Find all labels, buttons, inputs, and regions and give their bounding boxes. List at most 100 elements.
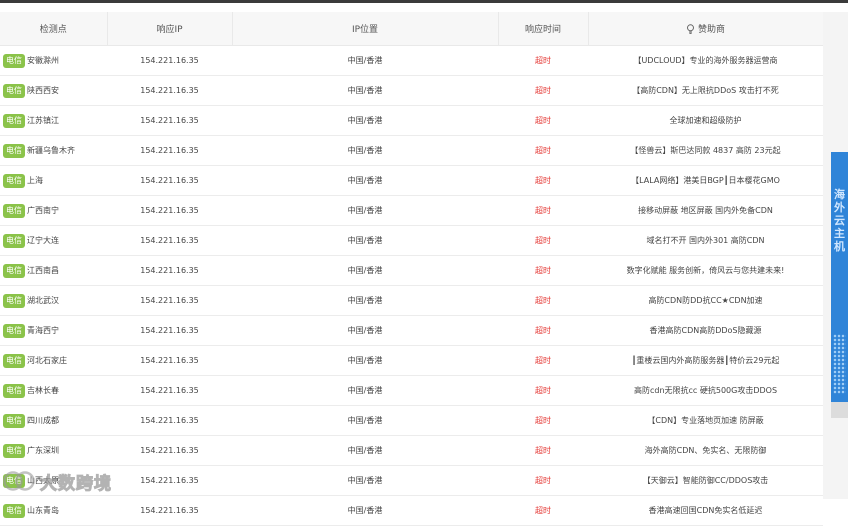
location-cell: 中国/香港 bbox=[232, 105, 498, 136]
table-row: 电信 陕西西安 154.221.16.35 中国/香港 超时 【高防CDN】无上限抗DDo… bbox=[0, 75, 823, 106]
location-cell: 中国/香港 bbox=[232, 345, 498, 376]
location-cell: 中国/香港 bbox=[232, 75, 498, 106]
node-cell: 电信 四川成都 bbox=[0, 405, 107, 436]
ip-cell: 154.221.16.35 bbox=[107, 165, 232, 196]
response-time-cell: 超时 bbox=[498, 105, 588, 136]
ad-dots-pattern bbox=[833, 334, 846, 394]
isp-badge: 电信 bbox=[3, 173, 25, 188]
node-cell: 电信 安徽滁州 bbox=[0, 45, 107, 76]
sponsor-link[interactable]: 海外高防CDN、免实名、无限防御 bbox=[588, 435, 823, 466]
node-cell: 电信 吉林长春 bbox=[0, 375, 107, 406]
response-time-cell: 超时 bbox=[498, 75, 588, 106]
table-row: 电信 湖北武汉 154.221.16.35 中国/香港 超时 高防CDN防DD抗CC★CD… bbox=[0, 285, 823, 316]
node-cell: 电信 河北石家庄 bbox=[0, 345, 107, 376]
node-cell: 电信 江西南昌 bbox=[0, 255, 107, 286]
sponsor-link[interactable]: 高防CDN防DD抗CC★CDN加速 bbox=[588, 285, 823, 316]
ip-cell: 154.221.16.35 bbox=[107, 45, 232, 76]
sponsor-link[interactable]: 高防cdn无限抗cc 硬抗500G攻击DDOS bbox=[588, 375, 823, 406]
header-sponsor: 赞助商 bbox=[588, 12, 824, 46]
location-cell: 中国/香港 bbox=[232, 405, 498, 436]
node-name: 青海西宁 bbox=[27, 325, 59, 335]
sponsor-link[interactable]: 【CDN】专业落地页加速 防屏蔽 bbox=[588, 405, 823, 436]
node-name: 广西南宁 bbox=[27, 205, 59, 215]
table-header-row: 检测点 响应IP IP位置 响应时间 赞助商 bbox=[0, 12, 824, 46]
sponsor-link[interactable]: 接移动屏蔽 地区屏蔽 国内外免备CDN bbox=[588, 195, 823, 226]
sponsor-link[interactable]: 数字化赋能 服务创新，倚风云与您共建未来! bbox=[588, 255, 823, 286]
node-name: 上海 bbox=[27, 175, 43, 185]
header-ip: 响应IP bbox=[107, 12, 233, 46]
response-time-cell: 超时 bbox=[498, 45, 588, 76]
table-row: 电信 广东深圳 154.221.16.35 中国/香港 超时 海外高防CDN、免实名、无限… bbox=[0, 435, 823, 466]
response-time-cell: 超时 bbox=[498, 225, 588, 256]
side-ad-banner[interactable]: 海外云主机 bbox=[831, 152, 848, 418]
isp-badge: 电信 bbox=[3, 113, 25, 128]
location-cell: 中国/香港 bbox=[232, 255, 498, 286]
isp-badge: 电信 bbox=[3, 323, 25, 338]
response-time-cell: 超时 bbox=[498, 405, 588, 436]
response-time-cell: 超时 bbox=[498, 315, 588, 346]
ip-cell: 154.221.16.35 bbox=[107, 225, 232, 256]
isp-badge: 电信 bbox=[3, 293, 25, 308]
ip-cell: 154.221.16.35 bbox=[107, 75, 232, 106]
isp-badge: 电信 bbox=[3, 263, 25, 278]
isp-badge: 电信 bbox=[3, 83, 25, 98]
node-name: 江苏镇江 bbox=[27, 115, 59, 125]
node-name: 江西南昌 bbox=[27, 265, 59, 275]
table-row: 电信 吉林长春 154.221.16.35 中国/香港 超时 高防cdn无限抗cc 硬抗5… bbox=[0, 375, 823, 406]
sponsor-link[interactable]: 【天御云】智能防御CC/DDOS攻击 bbox=[588, 465, 823, 496]
watermark-logo-icon bbox=[3, 471, 35, 491]
sponsor-link[interactable]: 全球加速和超级防护 bbox=[588, 105, 823, 136]
node-name: 山东青岛 bbox=[27, 505, 59, 515]
table-row: 电信 辽宁大连 154.221.16.35 中国/香港 超时 域名打不开 国内外301 高… bbox=[0, 225, 823, 256]
location-cell: 中国/香港 bbox=[232, 225, 498, 256]
ip-cell: 154.221.16.35 bbox=[107, 285, 232, 316]
table-row: 电信 山东青岛 154.221.16.35 中国/香港 超时 香港高速回国CDN免实名低延… bbox=[0, 495, 823, 526]
watermark: 大数跨境 bbox=[2, 466, 112, 496]
node-name: 河北石家庄 bbox=[27, 355, 67, 365]
header-node: 检测点 bbox=[0, 12, 108, 46]
isp-badge: 电信 bbox=[3, 233, 25, 248]
isp-badge: 电信 bbox=[3, 143, 25, 158]
sponsor-link[interactable]: 香港高速回国CDN免实名低延迟 bbox=[588, 495, 823, 526]
sponsor-link[interactable]: 域名打不开 国内外301 高防CDN bbox=[588, 225, 823, 256]
node-cell: 电信 上海 bbox=[0, 165, 107, 196]
ad-footer bbox=[831, 402, 848, 418]
isp-badge: 电信 bbox=[3, 383, 25, 398]
ad-banner-text: 海外云主机 bbox=[834, 188, 845, 253]
response-time-cell: 超时 bbox=[498, 255, 588, 286]
response-time-cell: 超时 bbox=[498, 465, 588, 496]
node-cell: 电信 辽宁大连 bbox=[0, 225, 107, 256]
node-name: 辽宁大连 bbox=[27, 235, 59, 245]
sponsor-link[interactable]: ┃重楼云国内外高防服务器┃特价云29元起 bbox=[588, 345, 823, 376]
sponsor-link[interactable]: 【高防CDN】无上限抗DDoS 攻击打不死 bbox=[588, 75, 823, 106]
ip-cell: 154.221.16.35 bbox=[107, 315, 232, 346]
results-table: 检测点 响应IP IP位置 响应时间 赞助商 电信 安徽滁州 154.221.16.… bbox=[0, 12, 824, 526]
table-row: 电信 上海 154.221.16.35 中国/香港 超时 【LALA网络】港美日BGP┃日… bbox=[0, 165, 823, 196]
isp-badge: 电信 bbox=[3, 503, 25, 518]
sponsor-link[interactable]: 【怪兽云】斯巴达同款 4837 高防 23元起 bbox=[588, 135, 823, 166]
sponsor-link[interactable]: 【LALA网络】港美日BGP┃日本樱花GMO bbox=[588, 165, 823, 196]
table-row: 电信 江西南昌 154.221.16.35 中国/香港 超时 数字化赋能 服务创新，倚风云… bbox=[0, 255, 823, 286]
sponsor-link[interactable]: 【UDCLOUD】专业的海外服务器运营商 bbox=[588, 45, 823, 76]
response-time-cell: 超时 bbox=[498, 195, 588, 226]
response-time-cell: 超时 bbox=[498, 165, 588, 196]
sponsor-bulb-icon bbox=[686, 24, 694, 34]
sponsor-link[interactable]: 香港高防CDN高防DDoS隐藏源 bbox=[588, 315, 823, 346]
node-cell: 电信 湖北武汉 bbox=[0, 285, 107, 316]
location-cell: 中国/香港 bbox=[232, 135, 498, 166]
ip-cell: 154.221.16.35 bbox=[107, 105, 232, 136]
isp-badge: 电信 bbox=[3, 53, 25, 68]
ip-cell: 154.221.16.35 bbox=[107, 495, 232, 526]
header-location: IP位置 bbox=[232, 12, 499, 46]
node-cell: 电信 广东深圳 bbox=[0, 435, 107, 466]
isp-badge: 电信 bbox=[3, 443, 25, 458]
ip-cell: 154.221.16.35 bbox=[107, 255, 232, 286]
ip-cell: 154.221.16.35 bbox=[107, 345, 232, 376]
location-cell: 中国/香港 bbox=[232, 45, 498, 76]
ip-cell: 154.221.16.35 bbox=[107, 435, 232, 466]
ip-cell: 154.221.16.35 bbox=[107, 195, 232, 226]
location-cell: 中国/香港 bbox=[232, 315, 498, 346]
node-name: 新疆乌鲁木齐 bbox=[27, 145, 75, 155]
node-cell: 电信 青海西宁 bbox=[0, 315, 107, 346]
header-time: 响应时间 bbox=[498, 12, 589, 46]
